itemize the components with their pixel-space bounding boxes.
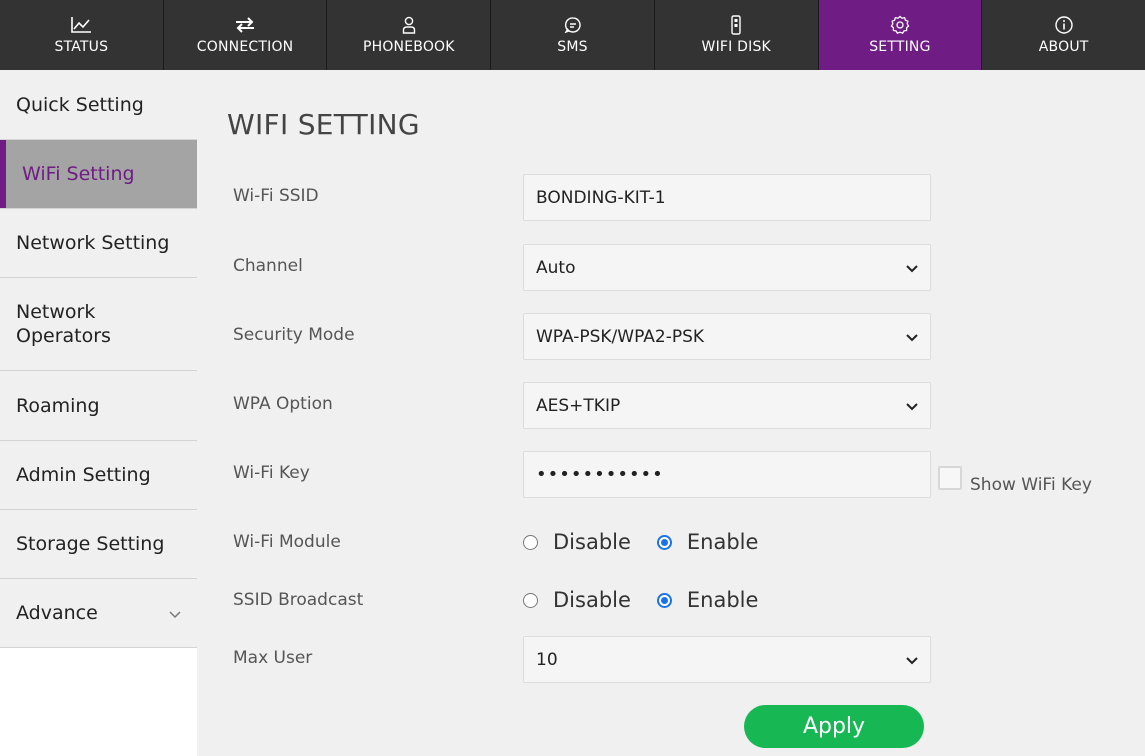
tab-status[interactable]: STATUS: [0, 0, 163, 70]
max-user-label: Max User: [233, 648, 313, 668]
security-mode-value: WPA-PSK/WPA2-PSK: [536, 326, 705, 347]
show-wifi-key-label: Show WiFi Key: [970, 475, 1092, 495]
wifi-module-label: Wi-Fi Module: [233, 532, 341, 552]
tab-setting-label: SETTING: [869, 39, 931, 55]
tab-wifi-disk[interactable]: WIFI DISK: [653, 0, 818, 70]
tab-connection[interactable]: CONNECTION: [162, 0, 327, 70]
ssid-broadcast-enable-label: Enable: [686, 588, 759, 612]
tab-setting[interactable]: SETTING: [817, 0, 982, 70]
ssid-broadcast-disable-radio[interactable]: [523, 592, 538, 608]
wifi-module-enable-label: Enable: [686, 530, 759, 554]
show-wifi-key: Show WiFi Key: [938, 461, 1092, 495]
sidebar-item-label: Network Operators: [16, 301, 111, 347]
sidebar-item-label: Quick Setting: [16, 93, 144, 116]
channel-value: Auto: [536, 257, 576, 278]
sidebar-item-network-operators[interactable]: Network Operators: [0, 278, 197, 371]
wpa-option-label: WPA Option: [233, 394, 333, 414]
info-icon: [1054, 15, 1074, 35]
sidebar: Quick Setting WiFi Setting Network Setti…: [0, 70, 197, 756]
tab-wifi-disk-label: WIFI DISK: [701, 39, 771, 55]
wifi-key-label: Wi-Fi Key: [233, 463, 310, 483]
wpa-option-value: AES+TKIP: [536, 395, 621, 416]
max-user-select[interactable]: 10: [523, 636, 931, 683]
wpa-option-select[interactable]: AES+TKIP: [523, 382, 931, 429]
channel-select[interactable]: Auto: [523, 244, 931, 291]
top-nav: STATUS CONNECTION PHONEBOOK SMS WIFI DIS…: [0, 0, 1145, 70]
wifi-module-enable-radio[interactable]: [656, 534, 672, 550]
chevron-down-icon: [906, 650, 918, 670]
chevron-down-icon: [906, 258, 918, 278]
wifi-module-disable-label: Disable: [553, 530, 631, 554]
sidebar-item-label: Advance: [16, 602, 98, 624]
max-user-value: 10: [536, 649, 558, 670]
apply-button[interactable]: Apply: [744, 705, 924, 748]
tab-phonebook[interactable]: PHONEBOOK: [326, 0, 490, 70]
tab-about[interactable]: ABOUT: [981, 0, 1145, 70]
tab-sms-label: SMS: [557, 39, 588, 55]
tab-phonebook-label: PHONEBOOK: [362, 39, 455, 55]
ssid-broadcast-disable-label: Disable: [553, 588, 631, 612]
wifi-key-value: •••••••••••: [536, 464, 664, 485]
ssid-label: Wi-Fi SSID: [233, 186, 319, 206]
sidebar-item-storage-setting[interactable]: Storage Setting: [0, 510, 197, 579]
sidebar-item-network-setting[interactable]: Network Setting: [0, 209, 197, 278]
tab-connection-label: CONNECTION: [196, 39, 294, 55]
sidebar-item-wifi-setting[interactable]: WiFi Setting: [0, 140, 197, 209]
show-wifi-key-checkbox[interactable]: [938, 466, 962, 490]
channel-label: Channel: [233, 256, 303, 276]
swap-arrows-icon: [235, 15, 255, 35]
wifi-module-radio-group: Disable Enable: [523, 530, 758, 554]
sidebar-item-advance[interactable]: Advance: [0, 579, 197, 648]
chart-line-icon: [70, 15, 92, 35]
tab-about-label: ABOUT: [1038, 39, 1089, 55]
wifi-module-disable-radio[interactable]: [523, 534, 538, 550]
gear-icon: [890, 15, 910, 35]
tab-sms[interactable]: SMS: [490, 0, 654, 70]
security-mode-select[interactable]: WPA-PSK/WPA2-PSK: [523, 313, 931, 360]
sidebar-item-label: Network Setting: [16, 232, 170, 254]
security-mode-label: Security Mode: [233, 325, 355, 345]
sidebar-item-label: Storage Setting: [16, 533, 165, 555]
sidebar-item-roaming[interactable]: Roaming: [0, 371, 197, 441]
ssid-broadcast-radio-group: Disable Enable: [523, 588, 758, 612]
sidebar-item-quick-setting[interactable]: Quick Setting: [0, 70, 197, 140]
tab-status-label: STATUS: [54, 39, 109, 55]
ssid-value: BONDING-KIT-1: [536, 187, 666, 208]
ssid-broadcast-enable-radio[interactable]: [656, 592, 672, 608]
page-title: WIFI SETTING: [227, 108, 420, 141]
main-content: WIFI SETTING Wi-Fi SSID BONDING-KIT-1 Ch…: [197, 70, 1145, 756]
ssid-broadcast-label: SSID Broadcast: [233, 590, 364, 610]
sidebar-item-label: Roaming: [16, 394, 100, 417]
user-icon: [402, 15, 416, 35]
chevron-down-icon: [906, 327, 918, 347]
usb-drive-icon: [730, 15, 742, 35]
sidebar-item-label: WiFi Setting: [22, 163, 135, 185]
sidebar-item-label: Admin Setting: [16, 464, 151, 486]
chat-bubble-icon: [564, 15, 582, 35]
ssid-input[interactable]: BONDING-KIT-1: [523, 174, 931, 221]
wifi-key-input[interactable]: •••••••••••: [523, 451, 931, 498]
chevron-down-icon: [906, 396, 918, 416]
chevron-down-icon: [169, 602, 181, 624]
sidebar-item-admin-setting[interactable]: Admin Setting: [0, 441, 197, 510]
